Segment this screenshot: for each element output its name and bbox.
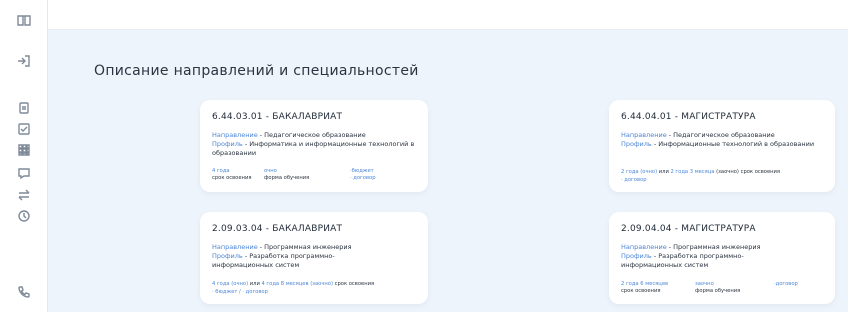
direction-line: Направление - Программная инженерия	[212, 243, 422, 252]
profile-value: - Информационные технологий в образовани…	[651, 140, 815, 148]
direction-label: Направление	[621, 131, 667, 139]
direction-value: - Программная инженерия	[257, 243, 352, 251]
direction-label: Направление	[212, 131, 258, 139]
form-caption: форма обучения	[264, 175, 310, 181]
direction-value: - Педагогическое образование	[257, 131, 366, 139]
form-value: заочно	[695, 281, 714, 287]
duration-caption: срок освоения	[333, 281, 375, 287]
duration-parttime: 2 года 3 месяца	[670, 169, 715, 175]
budget-contract-badge: · бюджет / · договор	[212, 289, 268, 295]
direction-label: Направление	[621, 243, 667, 251]
phone-icon[interactable]	[16, 284, 32, 300]
program-card[interactable]: 6.44.03.01 - БАКАЛАВРИАТ Направление - П…	[200, 100, 428, 192]
program-title: 2.09.03.04 - БАКАЛАВРИАТ	[212, 224, 343, 234]
grid-icon[interactable]	[16, 142, 32, 158]
chat-icon[interactable]	[16, 165, 32, 181]
duration-line: 4 года (очно) или 4 года 8 месяцев (заоч…	[212, 281, 374, 288]
duration-fulltime: 4 года (очно)	[212, 281, 249, 287]
transfer-icon[interactable]	[16, 187, 32, 203]
direction-value: - Программная инженерия	[666, 243, 761, 251]
contract-badge: ·договор	[774, 281, 798, 287]
budget-badge: ·бюджет	[350, 168, 374, 174]
form-caption: форма обучения	[695, 288, 741, 294]
sidebar	[0, 0, 48, 312]
profile-line: Профиль - Информатика и информационные т…	[212, 140, 422, 158]
top-bar	[48, 0, 848, 30]
checklist-icon[interactable]	[16, 121, 32, 137]
duration-line: 2 года (очно) или 2 года 3 месяца (заочн…	[621, 169, 780, 176]
page-title: Описание направлений и специальностей	[94, 63, 419, 79]
direction-label: Направление	[212, 243, 258, 251]
profile-line: Профиль - Разработка программно-информац…	[212, 252, 372, 270]
history-icon[interactable]	[16, 208, 32, 224]
direction-value: - Педагогическое образование	[666, 131, 775, 139]
profile-line: Профиль - Разработка программно-информац…	[621, 252, 786, 270]
profile-label: Профиль	[212, 140, 243, 148]
book-icon[interactable]	[16, 12, 32, 28]
program-title: 6.44.04.01 - МАГИСТРАТУРА	[621, 112, 756, 122]
profile-label: Профиль	[621, 140, 652, 148]
direction-line: Направление - Педагогическое образование	[212, 131, 422, 140]
program-card[interactable]: 2.09.03.04 - БАКАЛАВРИАТ Направление - П…	[200, 212, 428, 304]
duration-parttime: 4 года 8 месяцев (заочно)	[261, 281, 333, 287]
direction-line: Направление - Педагогическое образование	[621, 131, 826, 140]
program-card[interactable]: 6.44.04.01 - МАГИСТРАТУРА Направление - …	[609, 100, 835, 192]
or-text: или	[248, 281, 262, 287]
duration-value: 2 года 6 месяцев	[621, 281, 669, 287]
program-card[interactable]: 2.09.04.04 - МАГИСТРАТУРА Направление - …	[609, 212, 835, 304]
program-title: 6.44.03.01 - БАКАЛАВРИАТ	[212, 112, 343, 122]
profile-label: Профиль	[621, 252, 652, 260]
duration-caption: срок освоения	[621, 288, 661, 294]
duration-caption: (заочно) срок освоения	[714, 169, 781, 175]
profile-label: Профиль	[212, 252, 243, 260]
or-text: или	[657, 169, 671, 175]
duration-fulltime: 2 года (очно)	[621, 169, 658, 175]
contract-badge: · договор	[350, 175, 376, 181]
profile-line: Профиль - Информационные технологий в об…	[621, 140, 826, 149]
program-title: 2.09.04.04 - МАГИСТРАТУРА	[621, 224, 756, 234]
duration-value: 4 года	[212, 168, 230, 174]
direction-line: Направление - Программная инженерия	[621, 243, 826, 252]
form-value: очно	[264, 168, 277, 174]
contract-badge: · договор	[621, 177, 647, 183]
document-icon[interactable]	[16, 100, 32, 116]
login-icon[interactable]	[16, 53, 32, 69]
duration-caption: срок освоения	[212, 175, 252, 181]
profile-value: - Информатика и информационные технологи…	[212, 140, 415, 157]
